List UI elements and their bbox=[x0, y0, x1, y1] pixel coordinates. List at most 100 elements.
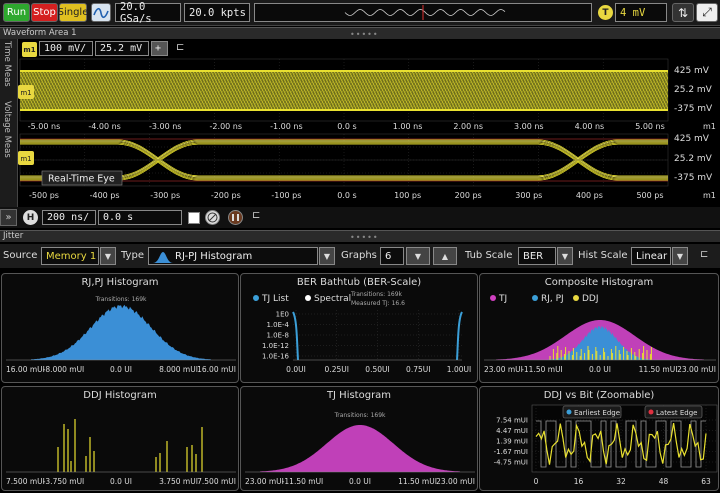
graphs-decrease-button[interactable]: ▼ bbox=[406, 247, 430, 265]
type-dropdown-button[interactable]: ▼ bbox=[319, 247, 335, 265]
autoscale-button[interactable] bbox=[91, 3, 111, 22]
pin-icon-bottom[interactable]: ⊏ bbox=[252, 210, 260, 221]
time-tick-label: 300 ps bbox=[515, 191, 542, 200]
resize-grip-icon-jitter[interactable]: ••••• bbox=[350, 232, 379, 243]
tub-scale-dropdown-button[interactable]: ▼ bbox=[557, 247, 573, 265]
ddj-vs-bit-plot: Earliest Edge Latest Edge 7.54 mUI 4.47 m… bbox=[494, 404, 718, 486]
axis-tick-label: 0.0 UI bbox=[110, 365, 132, 374]
time-tick-label: -500 ps bbox=[29, 191, 59, 200]
time-tick-label: 1.00 ns bbox=[393, 122, 423, 131]
tab-time-meas[interactable]: Time Meas bbox=[2, 41, 12, 87]
axis-tick-label: -11.50 mUI bbox=[282, 477, 324, 486]
zoom-checkbox[interactable] bbox=[188, 212, 200, 224]
expand-panel-button[interactable]: » bbox=[0, 209, 17, 226]
acquire-mode-icon: ⇅ bbox=[677, 5, 689, 20]
ddj-bit-x-tick-label: 16 bbox=[574, 477, 584, 486]
axis-tick-label: 0.0 UI bbox=[349, 477, 371, 486]
tj-list-legend: TJ List bbox=[261, 294, 289, 304]
time-tick-label: -3.00 ns bbox=[149, 122, 181, 131]
ber-bathtub-panel[interactable]: BER Bathtub (BER-Scale) TJ List Spectral… bbox=[240, 273, 478, 383]
composite-histogram-panel[interactable]: Composite Histogram TJ RJ, PJ DDJ 23.00 … bbox=[479, 273, 719, 383]
time-tick-label: 400 ps bbox=[576, 191, 603, 200]
ddj-bit-x-tick-label: 0 bbox=[534, 477, 539, 486]
points-readout[interactable]: 20.0 kpts bbox=[184, 3, 250, 22]
run-button[interactable]: Run bbox=[3, 3, 30, 22]
top-toolbar: Run Stop Single 20.0 GSa/s 20.0 kpts T 4… bbox=[0, 0, 720, 26]
hist-scale-dropdown-button[interactable]: ▼ bbox=[672, 247, 688, 265]
ch1-band-top-edge bbox=[20, 70, 668, 72]
latest-edge-legend: Latest Edge bbox=[656, 409, 697, 417]
timeline-overview[interactable] bbox=[254, 3, 592, 22]
graphs-select[interactable]: 6 bbox=[380, 247, 404, 265]
single-button[interactable]: Single bbox=[58, 3, 88, 22]
spectral-legend: Spectral bbox=[314, 294, 351, 304]
bathtub-x-tick-label: 1.00UI bbox=[447, 365, 471, 374]
type-select[interactable]: RJ-PJ Histogram bbox=[148, 247, 318, 265]
time-tick-label: -2.00 ns bbox=[210, 122, 242, 131]
tj-histogram-panel[interactable]: TJ Histogram Transitions: 169k 23.00 mUI… bbox=[240, 386, 478, 491]
ddj-histogram-panel[interactable]: DDJ Histogram 7.500 mUI -3.750 mUI 0.0 UI 3… bbox=[1, 386, 239, 491]
ddj-legend: DDJ bbox=[582, 294, 599, 304]
zoom-fit-button[interactable]: ⤢ bbox=[696, 3, 718, 22]
chevron-down-icon: ▼ bbox=[323, 251, 331, 261]
acquire-mode-button[interactable]: ⇅ bbox=[672, 3, 694, 22]
source-dropdown-button[interactable]: ▼ bbox=[100, 247, 116, 265]
axis-tick-label: 7.500 mUI bbox=[6, 477, 45, 486]
bathtub-left-curve bbox=[292, 311, 299, 361]
time-tick-label: -5.00 ns bbox=[28, 122, 60, 131]
ddj-bit-x-tick-label: 63 bbox=[701, 477, 711, 486]
axis-tick-label: 23.00 mUI bbox=[436, 477, 475, 486]
top-scale-label-high: 425 mV bbox=[674, 66, 710, 76]
time-tick-label: -1.00 ns bbox=[270, 122, 302, 131]
axis-tick-label: 16.00 mUI bbox=[6, 365, 45, 374]
jitter-area-header[interactable]: Jitter ••••• bbox=[0, 230, 720, 242]
horizontal-badge[interactable]: H bbox=[23, 210, 38, 225]
source-label: Source bbox=[3, 250, 38, 261]
ch1-band-bottom-edge bbox=[20, 109, 668, 111]
trigger-badge[interactable]: T bbox=[598, 5, 613, 20]
tab-voltage-meas[interactable]: Voltage Meas bbox=[2, 101, 12, 158]
spectral-legend-dot bbox=[305, 295, 311, 301]
pin-icon-jitter[interactable]: ⊏ bbox=[700, 249, 708, 260]
eye-scale-label-low: -375 mV bbox=[674, 173, 713, 183]
axis-tick-label: 16.00 mUI bbox=[197, 365, 236, 374]
horizontal-scale-input[interactable]: 200 ns/ bbox=[42, 210, 96, 225]
trigger-level-readout[interactable]: 4 mV bbox=[615, 3, 667, 22]
rjpj-histogram-panel[interactable]: RJ,PJ Histogram Transitions: 169k 16.00 … bbox=[1, 273, 239, 383]
ddj-bit-y-tick-label: 1.39 mUI bbox=[496, 438, 528, 446]
delay-button[interactable] bbox=[228, 210, 243, 225]
bathtub-x-tick-label: 0.0UI bbox=[286, 365, 306, 374]
ch1-marker-top[interactable]: m1 bbox=[18, 85, 34, 99]
timeline-waveform bbox=[344, 5, 506, 20]
reference-button[interactable] bbox=[205, 210, 220, 225]
bathtub-x-tick-label: 0.25UI bbox=[325, 365, 349, 374]
time-tick-label: 0.0 s bbox=[337, 122, 356, 131]
time-tick-label: -300 ps bbox=[150, 191, 180, 200]
bathtub-x-tick-label: 0.75UI bbox=[406, 365, 430, 374]
waveform-area-header[interactable]: Waveform Area 1 ••••• bbox=[0, 27, 720, 39]
eye-scale-label-mid: 25.2 mV bbox=[674, 154, 713, 164]
hist-scale-select[interactable]: Linear bbox=[631, 247, 671, 265]
ch1-marker-bottom[interactable]: m1 bbox=[18, 151, 34, 165]
horizontal-position-input[interactable]: 0.0 s bbox=[98, 210, 182, 225]
chevron-up-icon: ▲ bbox=[441, 251, 449, 261]
ddj-histogram-plot: 7.500 mUI-3.750 mUI 0.0 UI 3.750 mUI 7.500 … bbox=[6, 419, 236, 486]
graphs-increase-button[interactable]: ▲ bbox=[433, 247, 457, 265]
sample-rate-readout[interactable]: 20.0 GSa/s bbox=[115, 1, 181, 25]
time-tick-label: -4.00 ns bbox=[88, 122, 120, 131]
axis-tick-label: -8.000 mUI bbox=[43, 365, 85, 374]
axis-tick-label: 23.00 mUI bbox=[484, 365, 523, 374]
bathtub-x-tick-label: 0.50UI bbox=[365, 365, 389, 374]
tub-scale-select[interactable]: BER bbox=[518, 247, 556, 265]
tj-histogram-plot: Transitions: 169k 23.00 mUI-11.50 mUI 0.0… bbox=[245, 412, 475, 486]
time-tick-label: 0.0 s bbox=[337, 191, 356, 200]
earliest-edge-legend: Earliest Edge bbox=[574, 409, 620, 417]
stop-button[interactable]: Stop bbox=[31, 3, 58, 22]
bathtub-y-tick-label: 1.0E-4 bbox=[266, 321, 289, 329]
top-scale-label-low: -375 mV bbox=[674, 104, 713, 114]
ddj-legend-dot bbox=[573, 295, 579, 301]
tj-legend-dot bbox=[490, 295, 496, 301]
ddj-vs-bit-panel[interactable]: DDJ vs Bit (Zoomable) Earliest Edge Late… bbox=[479, 386, 719, 491]
chevron-down-icon: ▼ bbox=[676, 251, 684, 261]
source-select[interactable]: Memory 1 bbox=[41, 247, 99, 265]
